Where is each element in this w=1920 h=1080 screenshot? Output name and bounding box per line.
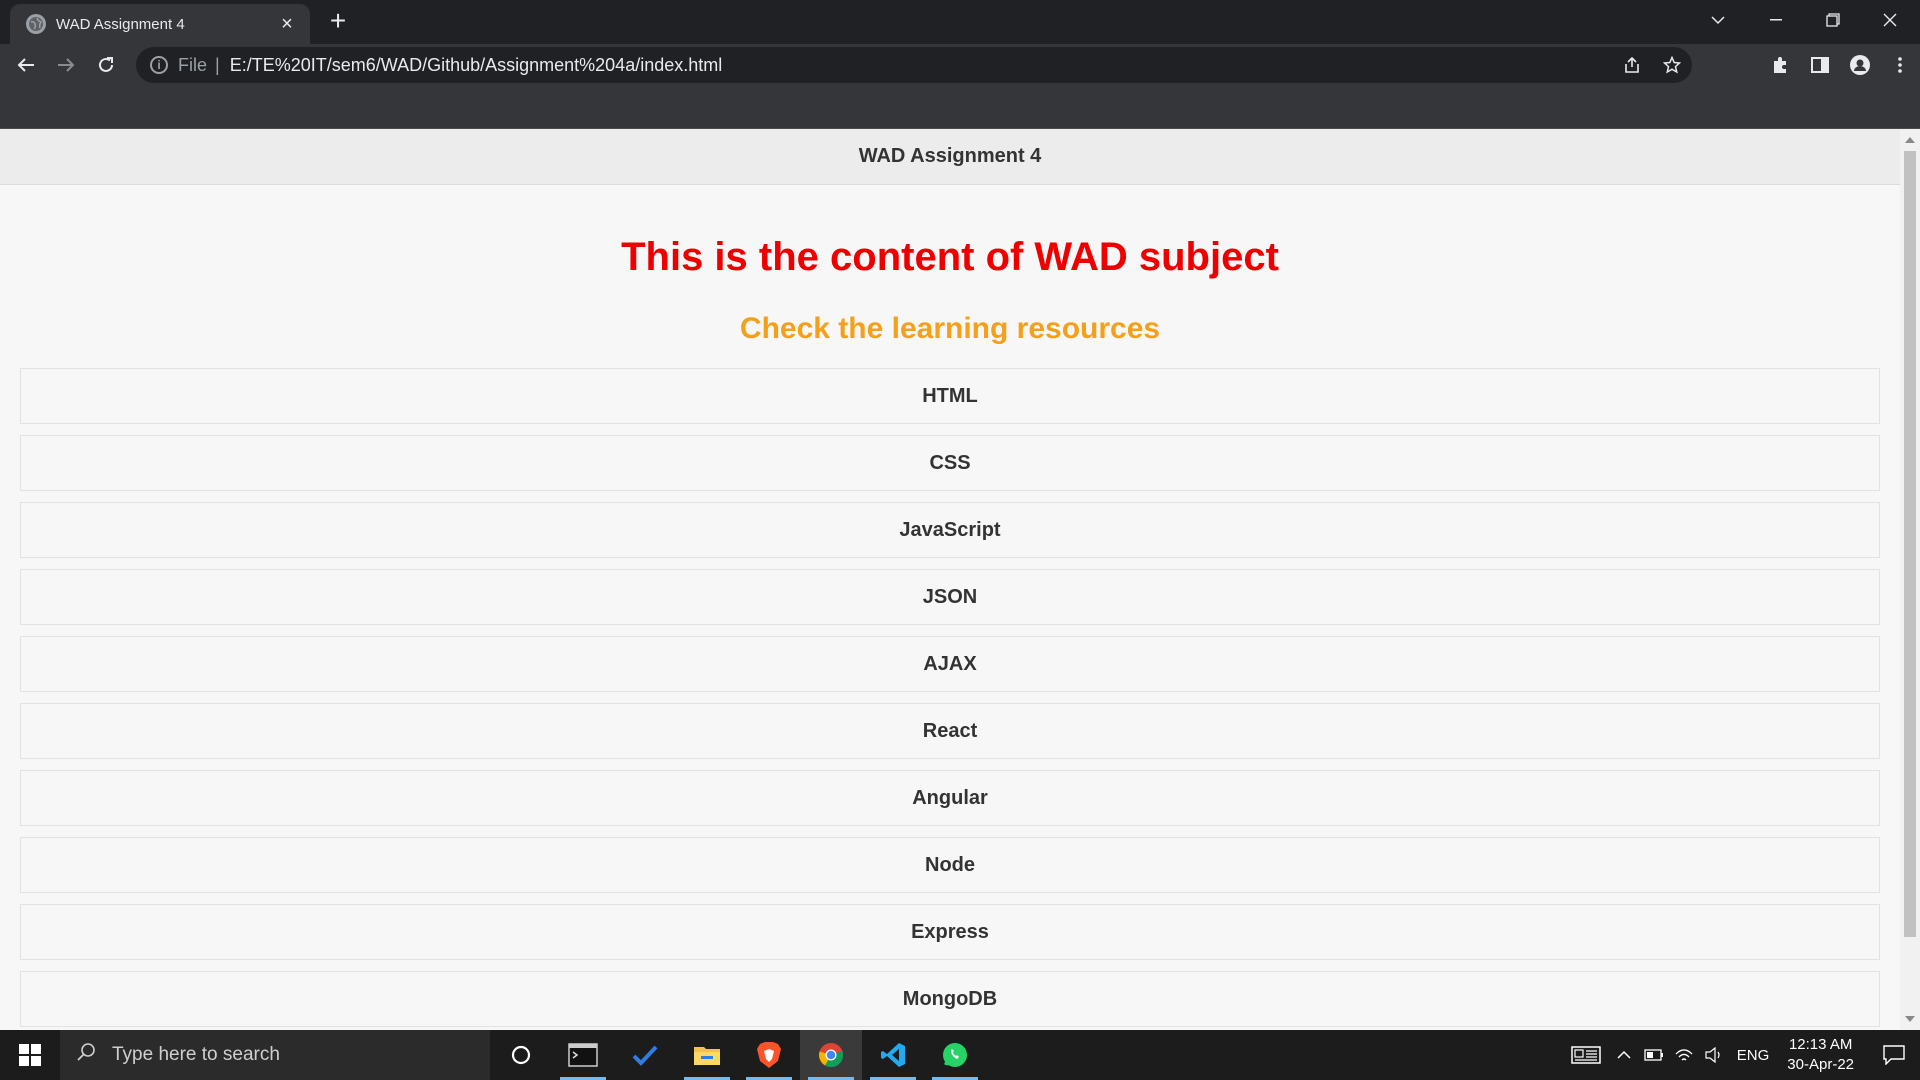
profile-icon[interactable] [1840, 55, 1880, 75]
language-indicator[interactable]: ENG [1737, 1047, 1770, 1064]
menu-icon[interactable] [1880, 57, 1920, 73]
page-viewport: WAD Assignment 4 This is the content of … [0, 129, 1900, 1030]
taskbar-clock[interactable]: 12:13 AM 30-Apr-22 [1787, 1035, 1854, 1075]
resource-list: HTML CSS JavaScript JSON AJAX React Angu… [20, 368, 1880, 1027]
taskbar-search-box[interactable]: Type here to search [60, 1030, 490, 1080]
system-tray: ENG 12:13 AM 30-Apr-22 [1563, 1030, 1920, 1080]
bookmarks-bar [0, 86, 1920, 129]
chrome-icon[interactable] [800, 1030, 862, 1080]
reload-icon[interactable] [86, 45, 126, 85]
info-icon[interactable]: i [150, 56, 168, 74]
extensions-icon[interactable] [1760, 56, 1800, 74]
search-icon [76, 1042, 96, 1068]
globe-icon [26, 14, 46, 34]
scroll-up-icon[interactable] [1905, 137, 1915, 143]
bookmark-star-icon[interactable] [1652, 56, 1692, 74]
address-bar[interactable]: i File | E:/TE%20IT/sem6/WAD/Github/Assi… [136, 47, 1692, 83]
file-explorer-icon[interactable] [676, 1030, 738, 1080]
scrollbar-thumb[interactable] [1904, 151, 1916, 937]
news-icon[interactable] [1563, 1046, 1609, 1064]
close-window-icon[interactable] [1862, 0, 1918, 40]
resource-item-angular[interactable]: Angular [20, 770, 1880, 826]
page-header: WAD Assignment 4 [0, 129, 1900, 185]
resource-item-javascript[interactable]: JavaScript [20, 502, 1880, 558]
cortana-icon[interactable] [490, 1030, 552, 1080]
page-heading: This is the content of WAD subject [621, 235, 1279, 279]
url-text[interactable]: E:/TE%20IT/sem6/WAD/Github/Assignment%20… [230, 55, 723, 76]
resource-item-css[interactable]: CSS [20, 435, 1880, 491]
resource-item-mongodb[interactable]: MongoDB [20, 971, 1880, 1027]
restore-icon[interactable] [1805, 0, 1861, 40]
todo-icon[interactable] [614, 1030, 676, 1080]
chevron-up-icon[interactable] [1609, 1050, 1639, 1060]
minimize-icon[interactable] [1748, 0, 1804, 40]
browser-toolbar: i File | E:/TE%20IT/sem6/WAD/Github/Assi… [0, 44, 1920, 86]
back-icon[interactable] [6, 45, 46, 85]
resource-item-ajax[interactable]: AJAX [20, 636, 1880, 692]
tab-title: WAD Assignment 4 [56, 15, 185, 33]
url-separator: | [215, 54, 220, 75]
vertical-scrollbar[interactable] [1900, 129, 1920, 1030]
url-scheme: File [178, 54, 208, 75]
scroll-down-icon[interactable] [1905, 1016, 1915, 1022]
whatsapp-icon[interactable] [924, 1030, 986, 1080]
tab-strip: WAD Assignment 4 × + [0, 0, 1920, 44]
search-placeholder: Type here to search [112, 1044, 280, 1065]
browser-tab[interactable]: WAD Assignment 4 × [10, 4, 310, 44]
new-tab-button[interactable]: + [324, 7, 352, 36]
windows-taskbar: Type here to search ENG 12:13 AM 30-Apr-… [0, 1030, 1920, 1080]
wifi-icon[interactable] [1669, 1047, 1699, 1063]
notification-icon[interactable] [1868, 1045, 1920, 1065]
forward-icon[interactable] [46, 45, 86, 85]
clock-date: 30-Apr-22 [1787, 1056, 1854, 1073]
vscode-icon[interactable] [862, 1030, 924, 1080]
windows-start-icon[interactable] [0, 1030, 60, 1080]
side-panel-icon[interactable] [1800, 57, 1840, 73]
tab-search-icon[interactable] [1690, 0, 1746, 40]
battery-icon[interactable] [1639, 1049, 1669, 1061]
resource-item-express[interactable]: Express [20, 904, 1880, 960]
terminal-icon[interactable] [552, 1030, 614, 1080]
resource-item-react[interactable]: React [20, 703, 1880, 759]
resource-item-json[interactable]: JSON [20, 569, 1880, 625]
clock-time: 12:13 AM [1788, 1036, 1853, 1053]
share-icon[interactable] [1612, 56, 1652, 74]
page-subheading: Check the learning resources [739, 312, 1161, 345]
brave-icon[interactable] [738, 1030, 800, 1080]
volume-icon[interactable] [1699, 1047, 1729, 1063]
resource-item-node[interactable]: Node [20, 837, 1880, 893]
resource-item-html[interactable]: HTML [20, 368, 1880, 424]
tab-close-icon[interactable]: × [276, 14, 298, 34]
